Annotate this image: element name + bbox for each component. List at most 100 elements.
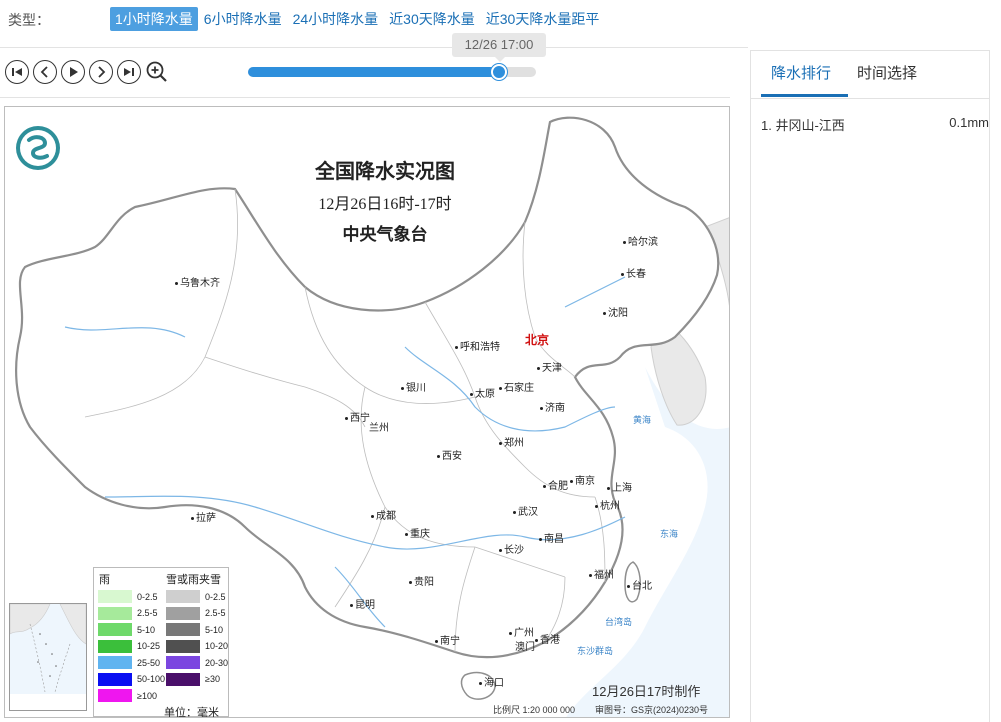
rain-legend-row: 10-25 bbox=[98, 639, 161, 653]
snow-legend-label: 10-20 bbox=[205, 641, 229, 651]
type-tabs: 1小时降水量 6小时降水量 24小时降水量 近30天降水量 近30天降水量距平 bbox=[110, 7, 605, 31]
snow-legend-row: 2.5-5 bbox=[166, 606, 226, 620]
city-label: 沈阳 bbox=[603, 304, 628, 319]
ranking-station: 1. 井冈山-江西 bbox=[761, 118, 845, 133]
map-subtitle: 12月26日16时-17时 bbox=[318, 196, 452, 213]
city-label: 石家庄 bbox=[499, 379, 534, 394]
tab-time-selection[interactable]: 时间选择 bbox=[857, 62, 917, 83]
snow-legend-swatch bbox=[166, 672, 200, 686]
sea-label: 黄海 bbox=[633, 415, 652, 425]
step-forward-icon[interactable] bbox=[89, 60, 113, 84]
snow-legend-swatch bbox=[166, 639, 200, 653]
rain-legend-label: ≥100 bbox=[137, 690, 157, 701]
city-label: 昆明 bbox=[350, 596, 375, 611]
rain-legend-row: 50-100 bbox=[98, 672, 166, 686]
type-tab-6h[interactable]: 6小时降水量 bbox=[199, 7, 287, 31]
snow-legend-row: 10-20 bbox=[166, 639, 229, 653]
rain-legend-row: 25-50 bbox=[98, 656, 160, 669]
snow-legend-row: 5-10 bbox=[166, 623, 223, 636]
type-tab-30d[interactable]: 近30天降水量 bbox=[384, 7, 480, 31]
rain-legend-row: 2.5-5 bbox=[98, 606, 158, 620]
city-label: 乌鲁木齐 bbox=[175, 274, 220, 289]
rain-legend-label: 2.5-5 bbox=[137, 608, 158, 618]
snow-legend-swatch bbox=[166, 623, 200, 636]
city-label: 澳门 bbox=[515, 642, 535, 653]
time-slider-fill bbox=[248, 67, 499, 77]
city-label: 西安 bbox=[437, 447, 462, 462]
rain-legend-swatch bbox=[98, 656, 132, 669]
city-label: 南宁 bbox=[435, 632, 460, 647]
ranking-panel: 降水排行 时间选择 1. 井冈山-江西 0.1mm bbox=[750, 50, 990, 722]
rain-legend-label: 10-25 bbox=[137, 641, 161, 651]
map-approval: 审图号：GS京(2024)0230号 bbox=[595, 705, 709, 715]
city-label: 太原 bbox=[470, 385, 495, 400]
city-label: 上海 bbox=[607, 479, 632, 494]
cma-logo-icon bbox=[16, 126, 60, 170]
time-slider-thumb[interactable] bbox=[490, 64, 507, 80]
city-label: 郑州 bbox=[499, 434, 524, 449]
city-label: 哈尔滨 bbox=[623, 233, 658, 248]
ranking-tabs: 降水排行 时间选择 bbox=[751, 51, 989, 99]
type-tab-30d-anomaly[interactable]: 近30天降水量距平 bbox=[481, 7, 605, 31]
snow-legend-swatch bbox=[166, 606, 200, 620]
rain-legend-swatch bbox=[98, 590, 132, 603]
city-label: 长沙 bbox=[499, 541, 524, 556]
legend-rain-head: 雨 bbox=[99, 574, 110, 586]
skip-to-end-icon[interactable] bbox=[117, 60, 141, 84]
city-label: 合肥 bbox=[543, 477, 568, 492]
rain-legend-swatch bbox=[98, 689, 132, 702]
snow-legend-swatch bbox=[166, 590, 200, 603]
city-label: 福州 bbox=[589, 566, 614, 581]
precipitation-map: 全国降水实况图 12月26日16时-17时 中央气象台 乌鲁木齐 哈尔滨 长春 … bbox=[4, 106, 730, 718]
city-label: 西宁 bbox=[345, 409, 370, 424]
zoom-in-icon[interactable] bbox=[145, 60, 169, 84]
rain-legend-label: 0-2.5 bbox=[137, 591, 158, 602]
sea-label: 台湾岛 bbox=[605, 617, 633, 627]
rain-legend-row: ≥100 bbox=[98, 689, 157, 702]
rain-legend-swatch bbox=[98, 623, 132, 636]
city-label: 长春 bbox=[621, 265, 646, 280]
rain-legend-label: 50-100 bbox=[137, 674, 166, 684]
ranking-value: 0.1mm bbox=[949, 115, 989, 130]
map-agency: 中央气象台 bbox=[342, 225, 428, 244]
snow-legend-row: ≥30 bbox=[166, 672, 220, 686]
active-tab-indicator bbox=[761, 94, 848, 97]
time-slider[interactable] bbox=[248, 64, 536, 80]
step-back-icon[interactable] bbox=[33, 60, 57, 84]
city-label: 武汉 bbox=[513, 503, 538, 518]
rain-legend-swatch bbox=[98, 639, 132, 653]
city-label: 天津 bbox=[537, 359, 562, 374]
skip-to-start-icon[interactable] bbox=[5, 60, 29, 84]
map-title: 全国降水实况图 bbox=[315, 161, 455, 183]
tab-precipitation-ranking[interactable]: 降水排行 bbox=[771, 62, 831, 83]
divider bbox=[0, 47, 748, 48]
snow-legend-label: 5-10 bbox=[205, 624, 224, 635]
city-label: 香港 bbox=[535, 631, 560, 646]
legend-snow-head: 雪或雨夹雪 bbox=[166, 574, 221, 586]
snow-legend-label: 2.5-5 bbox=[205, 608, 226, 618]
inset-map bbox=[9, 603, 87, 694]
snow-legend-row: 20-30 bbox=[166, 656, 228, 669]
snow-legend-label: 0-2.5 bbox=[205, 591, 226, 602]
produced-time: 12月26日17时制作 bbox=[592, 684, 701, 699]
rain-legend-swatch bbox=[98, 606, 132, 620]
city-label: 南京 bbox=[570, 472, 595, 487]
city-label: 重庆 bbox=[405, 525, 430, 540]
city-label: 呼和浩特 bbox=[455, 338, 500, 353]
city-label: 广州 bbox=[509, 624, 534, 639]
south-china-sea-inset bbox=[9, 603, 87, 711]
type-tab-24h[interactable]: 24小时降水量 bbox=[288, 7, 384, 31]
city-label: 成都 bbox=[371, 507, 396, 522]
type-tab-1h[interactable]: 1小时降水量 bbox=[110, 7, 198, 31]
city-label: 海口 bbox=[479, 674, 504, 689]
play-icon[interactable] bbox=[61, 60, 85, 84]
rain-legend-row: 5-10 bbox=[98, 623, 155, 636]
ranking-row[interactable]: 1. 井冈山-江西 0.1mm bbox=[761, 115, 989, 134]
city-label: 济南 bbox=[540, 399, 565, 414]
player-controls bbox=[5, 60, 169, 84]
map-title-block: 全国降水实况图 12月26日16时-17时 中央气象台 bbox=[270, 155, 500, 245]
city-label: 南昌 bbox=[539, 530, 564, 545]
divider bbox=[0, 97, 730, 98]
city-label: 兰州 bbox=[369, 423, 389, 434]
rain-legend-label: 5-10 bbox=[137, 624, 156, 635]
